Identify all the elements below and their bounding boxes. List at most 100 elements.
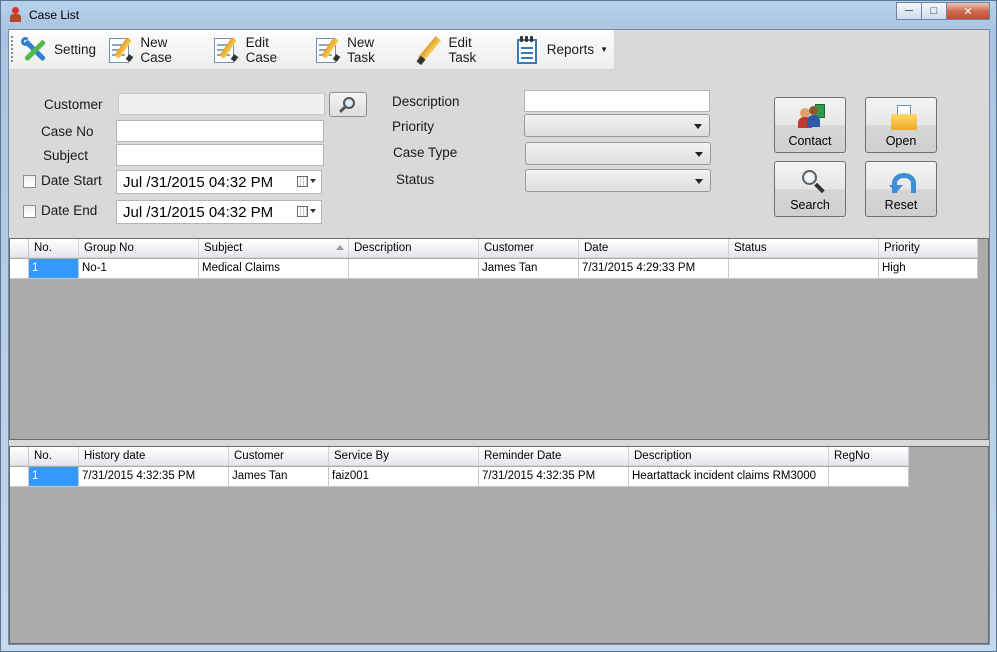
description-field[interactable] (524, 90, 710, 112)
tools-icon (19, 35, 49, 65)
notepad-icon (512, 35, 542, 65)
cell-status[interactable] (729, 259, 879, 279)
search-icon (798, 168, 826, 194)
column-header-priority[interactable]: Priority (879, 239, 978, 258)
column-header-service-by[interactable]: Service By (329, 447, 479, 466)
toolbar: Setting New Case Edit Case New Task Edit… (9, 30, 615, 70)
setting-button[interactable]: Setting (15, 32, 102, 68)
cell-service-by[interactable]: faiz001 (329, 467, 479, 487)
cell-regno[interactable] (829, 467, 909, 487)
column-header-regno[interactable]: RegNo (829, 447, 909, 466)
date-end-value: Jul /31/2015 04:32 PM (123, 204, 274, 221)
pencil-icon (414, 35, 443, 65)
dropdown-arrow-icon: ▼ (600, 45, 608, 54)
case-list-window: Case List ─ □ ✕ Setting New Case Edit Ca… (0, 0, 997, 652)
status-select[interactable] (525, 169, 711, 192)
column-header-no[interactable]: No. (29, 447, 79, 466)
column-header-subject-label: Subject (204, 242, 243, 254)
reports-label: Reports (546, 42, 595, 57)
undo-arrow-icon (889, 168, 917, 194)
cell-description[interactable]: Heartattack incident claims RM3000 (629, 467, 829, 487)
subject-field[interactable] (116, 144, 324, 166)
column-header-status[interactable]: Status (729, 239, 879, 258)
cases-grid-header: No. Group No Subject Description Custome… (10, 239, 978, 258)
new-case-button[interactable]: New Case (102, 32, 207, 68)
customer-lookup-button[interactable] (329, 92, 367, 117)
case-type-select[interactable] (525, 142, 711, 165)
edit-case-button[interactable]: Edit Case (207, 32, 309, 68)
open-button[interactable]: Open (865, 97, 937, 153)
calendar-dropdown-icon[interactable] (296, 175, 318, 189)
calendar-dropdown-icon[interactable] (296, 205, 318, 219)
chevron-down-icon (694, 124, 702, 129)
column-header-subject[interactable]: Subject (199, 239, 349, 258)
customer-label: Customer (44, 97, 103, 112)
table-row[interactable]: 1 No-1 Medical Claims James Tan 7/31/201… (10, 259, 978, 279)
row-header-corner[interactable] (10, 239, 29, 258)
chevron-down-icon (695, 152, 703, 157)
minimize-button[interactable]: ─ (896, 2, 922, 20)
cell-date[interactable]: 7/31/2015 4:29:33 PM (579, 259, 729, 279)
new-case-label: New Case (140, 34, 172, 65)
toolbar-grip[interactable] (11, 35, 13, 64)
history-grid[interactable]: No. History date Customer Service By Rem… (9, 446, 989, 644)
setting-label: Setting (53, 42, 96, 57)
title-bar[interactable]: Case List ─ □ ✕ (1, 1, 996, 29)
date-start-value: Jul /31/2015 04:32 PM (123, 174, 274, 191)
priority-select[interactable] (524, 114, 710, 137)
column-header-group-no[interactable]: Group No (79, 239, 199, 258)
contact-button[interactable]: Contact (774, 97, 846, 153)
date-start-picker[interactable]: Jul /31/2015 04:32 PM (116, 170, 322, 194)
client-area: Setting New Case Edit Case New Task Edit… (8, 29, 990, 645)
table-row[interactable]: 1 7/31/2015 4:32:35 PM James Tan faiz001… (10, 467, 909, 487)
cell-customer[interactable]: James Tan (229, 467, 329, 487)
maximize-icon: □ (930, 5, 938, 17)
edit-task-button[interactable]: Edit Task (410, 32, 508, 68)
cell-reminder-date[interactable]: 7/31/2015 4:32:35 PM (479, 467, 629, 487)
column-header-description[interactable]: Description (349, 239, 479, 258)
edit-task-label: Edit Task (448, 34, 477, 65)
row-header[interactable] (10, 259, 29, 279)
contact-people-icon (798, 104, 826, 130)
column-header-reminder-date[interactable]: Reminder Date (479, 447, 629, 466)
column-header-date[interactable]: Date (579, 239, 729, 258)
cell-customer[interactable]: James Tan (479, 259, 579, 279)
cell-group-no[interactable]: No-1 (79, 259, 199, 279)
status-label: Status (396, 172, 435, 187)
search-label: Search (790, 198, 830, 212)
new-task-button[interactable]: New Task (309, 32, 410, 68)
customer-field (118, 93, 325, 115)
cell-subject[interactable]: Medical Claims (199, 259, 349, 279)
edit-case-label: Edit Case (245, 34, 278, 65)
column-header-history-date[interactable]: History date (79, 447, 229, 466)
sort-ascending-icon (336, 245, 344, 250)
maximize-button[interactable]: □ (921, 2, 947, 20)
description-label: Description (392, 94, 460, 109)
close-button[interactable]: ✕ (946, 2, 990, 20)
cell-no[interactable]: 1 (29, 259, 79, 279)
open-label: Open (885, 134, 917, 148)
row-header-corner[interactable] (10, 447, 29, 466)
subject-label: Subject (43, 148, 89, 163)
date-end-picker[interactable]: Jul /31/2015 04:32 PM (116, 200, 322, 224)
column-header-customer[interactable]: Customer (479, 239, 579, 258)
row-header[interactable] (10, 467, 29, 487)
reset-button[interactable]: Reset (865, 161, 937, 217)
cell-history-date[interactable]: 7/31/2015 4:32:35 PM (79, 467, 229, 487)
column-header-description[interactable]: Description (629, 447, 829, 466)
date-start-checkbox[interactable] (23, 175, 36, 188)
reports-dropdown[interactable]: Reports ▼ (508, 32, 614, 68)
column-header-customer[interactable]: Customer (229, 447, 329, 466)
cell-no[interactable]: 1 (29, 467, 79, 487)
column-header-no[interactable]: No. (29, 239, 79, 258)
cell-priority[interactable]: High (879, 259, 978, 279)
new-task-label: New Task (347, 34, 375, 65)
cases-grid[interactable]: No. Group No Subject Description Custome… (9, 238, 989, 440)
case-no-field[interactable] (116, 120, 324, 142)
window-controls: ─ □ ✕ (896, 2, 990, 20)
search-button[interactable]: Search (774, 161, 846, 217)
date-end-checkbox[interactable] (23, 205, 36, 218)
edit-case-icon (211, 35, 240, 65)
date-end-label: Date End (41, 203, 98, 218)
cell-description[interactable] (349, 259, 479, 279)
